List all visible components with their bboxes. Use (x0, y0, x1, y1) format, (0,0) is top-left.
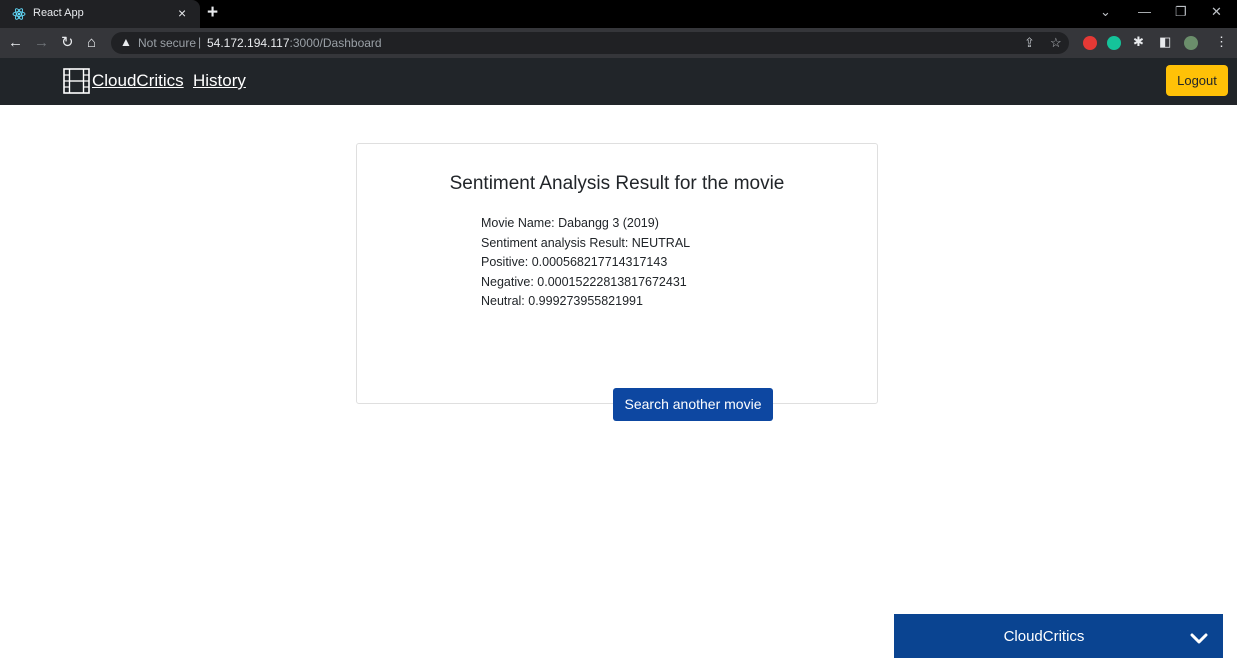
neutral-score-text: Neutral: 0.999273955821991 (481, 294, 643, 308)
history-link[interactable]: History (193, 71, 246, 91)
app-navbar: CloudCritics History Logout (0, 58, 1237, 105)
profile-avatar-icon[interactable] (1184, 36, 1198, 50)
grammarly-icon[interactable] (1107, 36, 1121, 50)
brand-link[interactable]: CloudCritics (92, 71, 184, 91)
share-icon[interactable]: ⇪ (1024, 35, 1035, 51)
home-icon[interactable]: ⌂ (87, 34, 96, 52)
url-separator: | (198, 35, 202, 49)
url-host: 54.172.194.117 (207, 36, 290, 50)
search-another-movie-button[interactable]: Search another movie (613, 388, 773, 421)
film-icon[interactable] (63, 68, 90, 94)
url-text[interactable]: 54.172.194.117:3000/Dashboard (207, 36, 382, 50)
extension-red-icon[interactable] (1083, 36, 1097, 50)
warning-icon[interactable]: ▲ (120, 35, 132, 49)
close-window-icon[interactable]: ✕ (1211, 4, 1222, 20)
result-card: Sentiment Analysis Result for the movie … (356, 143, 878, 421)
chat-widget-title: CloudCritics (1003, 628, 1085, 645)
forward-icon[interactable]: → (34, 34, 49, 52)
not-secure-label[interactable]: Not secure (138, 36, 196, 50)
chat-widget-bar[interactable]: CloudCritics (894, 614, 1223, 658)
movie-name-text: Movie Name: Dabangg 3 (2019) (481, 216, 659, 230)
back-icon[interactable]: ← (8, 34, 23, 52)
browser-tab-strip: React App × + ⌄ — ❐ ✕ (0, 0, 1237, 28)
bookmark-star-icon[interactable]: ☆ (1050, 35, 1062, 51)
result-details: Movie Name: Dabangg 3 (2019) Sentiment a… (481, 214, 773, 421)
side-panel-icon[interactable]: ◧ (1159, 34, 1171, 50)
close-tab-icon[interactable]: × (178, 5, 186, 21)
restore-icon[interactable]: ❐ (1175, 4, 1187, 20)
minimize-icon[interactable]: — (1138, 4, 1151, 20)
negative-score-text: Negative: 0.00015222813817672431 (481, 274, 687, 289)
browser-toolbar: ← → ↻ ⌂ ▲ Not secure | 54.172.194.117:30… (0, 28, 1237, 58)
extensions-puzzle-icon[interactable]: ✱ (1133, 34, 1144, 50)
new-tab-icon[interactable]: + (207, 3, 218, 23)
react-icon (12, 8, 26, 20)
tab-title: React App (33, 7, 84, 19)
reload-icon[interactable]: ↻ (61, 34, 74, 52)
card-title: Sentiment Analysis Result for the movie (449, 173, 785, 194)
logout-button[interactable]: Logout (1166, 65, 1228, 96)
url-path: :3000/Dashboard (289, 36, 382, 50)
browser-tab[interactable]: React App × (0, 0, 200, 28)
tab-search-icon[interactable]: ⌄ (1100, 4, 1111, 20)
sentiment-result-text: Sentiment analysis Result: NEUTRAL (481, 235, 691, 250)
menu-kebab-icon[interactable]: ⋮ (1215, 34, 1228, 50)
address-bar[interactable]: ▲ Not secure | 54.172.194.117:3000/Dashb… (111, 32, 1069, 54)
chevron-down-icon[interactable] (1190, 633, 1208, 645)
positive-score-text: Positive: 0.000568217714317143 (481, 255, 668, 269)
